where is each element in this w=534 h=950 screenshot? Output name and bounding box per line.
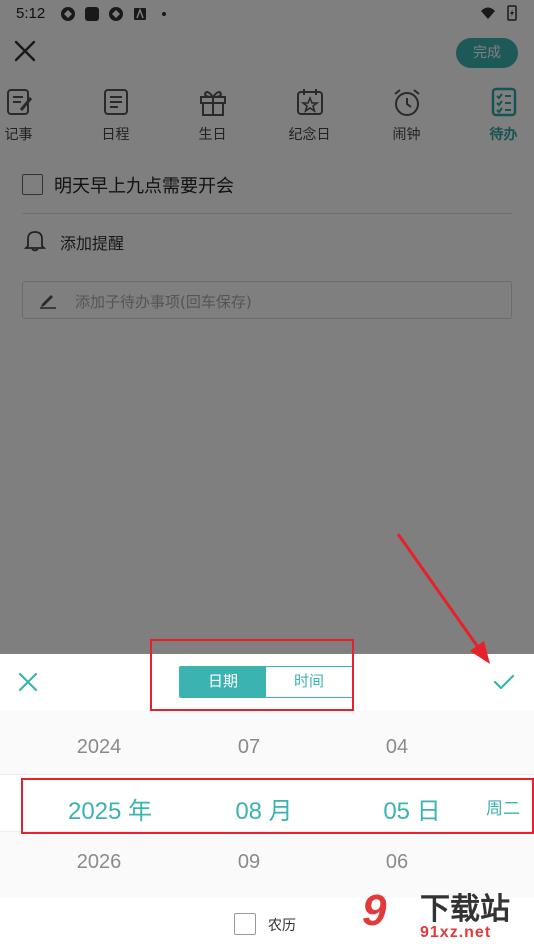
watermark-number: 9 [362,886,387,935]
annotation-box-selected-date [21,778,534,834]
lunar-checkbox[interactable] [234,913,256,935]
year-option[interactable]: 2024 [49,736,149,759]
month-option[interactable]: 09 [209,851,289,874]
year-option[interactable]: 2026 [49,851,149,874]
check-icon[interactable] [492,670,516,694]
day-option[interactable]: 06 [357,851,437,874]
month-option[interactable]: 07 [209,736,289,759]
watermark-name: 下载站 [420,892,510,927]
site-watermark: 9 下载站 91xz.net [362,884,532,950]
day-option[interactable]: 04 [357,736,437,759]
close-icon[interactable] [16,670,40,694]
lunar-label: 农历 [268,918,296,934]
annotation-box-date-tab [150,639,354,711]
watermark-url: 91xz.net [420,924,492,941]
